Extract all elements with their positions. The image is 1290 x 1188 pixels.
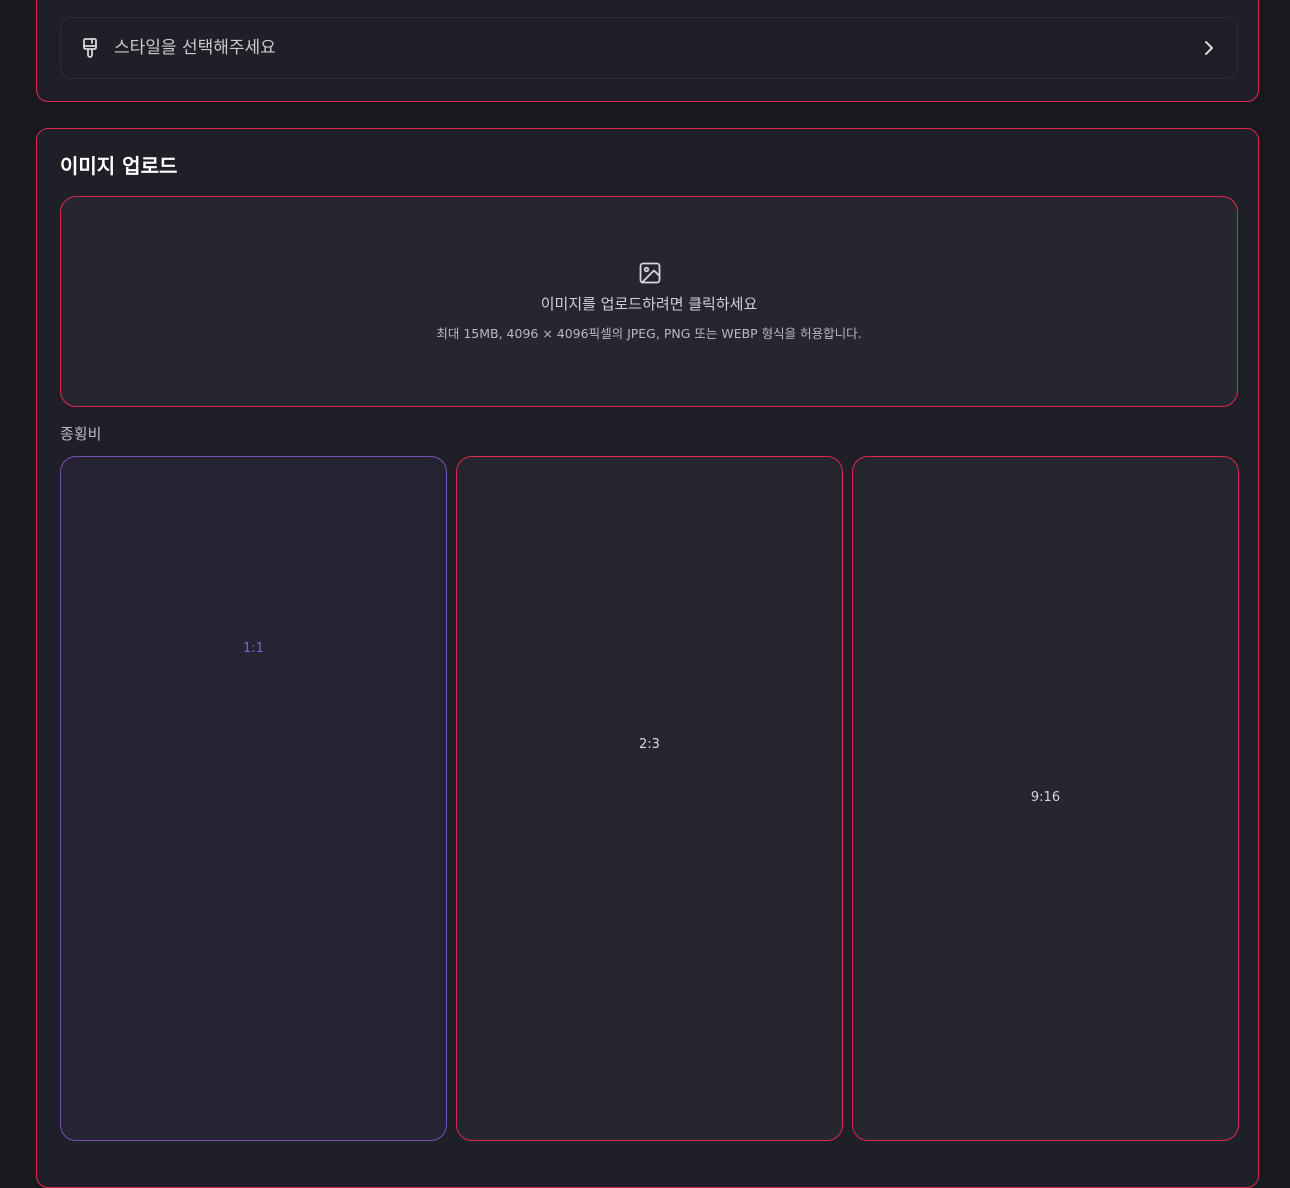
aspect-ratio-label: 종횡비: [60, 425, 102, 443]
section-title: 이미지 업로드: [60, 154, 178, 178]
aspect-ratio-option-9-16[interactable]: 9:16: [852, 456, 1239, 1141]
aspect-ratio-option-label: 1:1: [243, 641, 264, 656]
image-icon: [639, 262, 661, 284]
chevron-right-icon: [1205, 41, 1213, 55]
style-panel: 스타일을 선택해주세요: [36, 0, 1259, 102]
paintbrush-icon: [83, 38, 97, 58]
image-upload-panel: 이미지 업로드 이미지를 업로드하려면 클릭하세요 최대 15MB, 4096 …: [36, 128, 1259, 1188]
dropzone-main-text: 이미지를 업로드하려면 클릭하세요: [540, 295, 758, 313]
aspect-ratio-option-2-3[interactable]: 2:3: [456, 456, 843, 1141]
dropzone-hint-text: 최대 15MB, 4096 × 4096픽셀의 JPEG, PNG 또는 WEB…: [436, 326, 862, 341]
style-select-placeholder: 스타일을 선택해주세요: [114, 38, 276, 58]
aspect-ratio-option-1-1[interactable]: 1:1: [60, 456, 447, 1141]
aspect-ratio-option-label: 9:16: [1030, 790, 1061, 805]
style-select-button[interactable]: 스타일을 선택해주세요: [60, 17, 1238, 79]
aspect-ratio-option-label: 2:3: [639, 737, 660, 752]
image-dropzone[interactable]: 이미지를 업로드하려면 클릭하세요 최대 15MB, 4096 × 4096픽셀…: [60, 196, 1238, 407]
